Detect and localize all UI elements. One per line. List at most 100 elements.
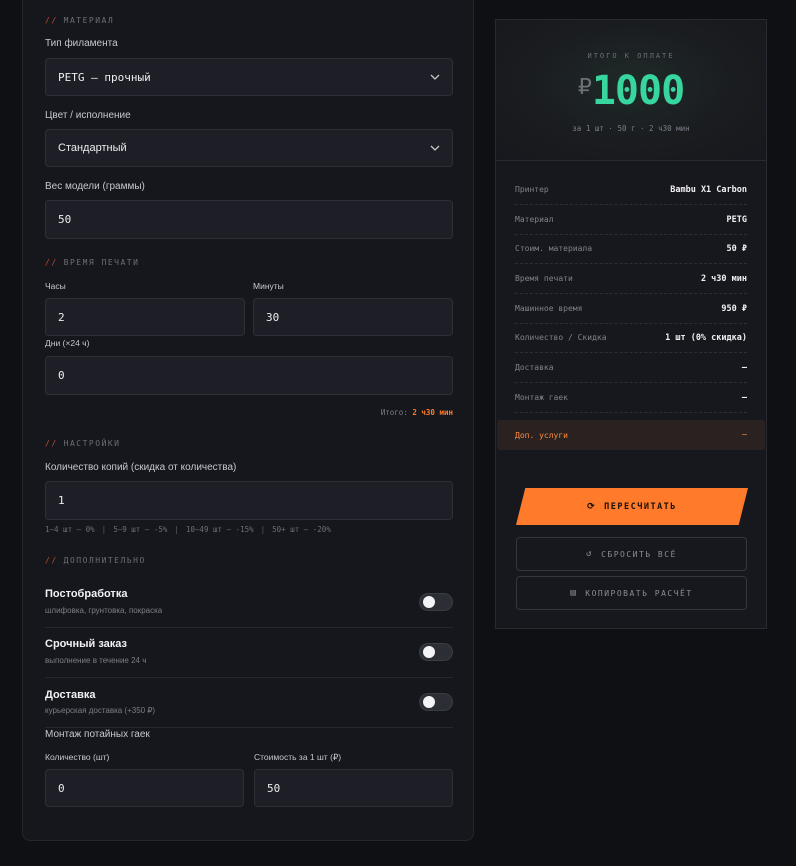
reset-label: СБРОСИТЬ ВСЁ: [601, 549, 677, 559]
discount-tiers: 1–4 шт — 0% | 5–9 шт — -5% | 10–49 шт — -15%…: [45, 525, 331, 534]
days-label: Дни (×24 ч): [45, 338, 90, 348]
summary-row-printer: Принтер Bambu X1 Carbon: [515, 175, 747, 205]
urgent-order-subtitle: выполнение в течение 24 ч: [45, 656, 147, 665]
urgent-order-title: Срочный заказ: [45, 638, 128, 650]
section-settings-heading: // НАСТРОЙКИ: [45, 439, 121, 448]
divider: [45, 727, 453, 728]
reset-all-button[interactable]: ↺ СБРОСИТЬ ВСЁ: [516, 537, 747, 571]
undo-icon: ↺: [586, 549, 594, 559]
toggle-knob: [423, 596, 435, 608]
minutes-input[interactable]: 30: [253, 298, 453, 336]
copy-calculation-button[interactable]: ▤ КОПИРОВАТЬ РАСЧЁТ: [516, 576, 747, 610]
delivery-title: Доставка: [45, 689, 96, 701]
section-material-heading: // МАТЕРИАЛ: [45, 16, 114, 25]
nuts-title: Монтаж потайных гаек: [45, 729, 150, 740]
days-input[interactable]: 0: [45, 356, 453, 395]
section-print-time-heading: // ВРЕМЯ ПЕЧАТИ: [45, 258, 139, 267]
row-key: Стоим. материала: [515, 244, 593, 253]
row-value: —: [741, 430, 747, 440]
minutes-label: Минуты: [253, 281, 284, 291]
copy-label: КОПИРОВАТЬ РАСЧЁТ: [585, 588, 693, 598]
summary-header: ИТОГО К ОПЛАТЕ ₽1000 за 1 шт · 50 г · 2 …: [496, 20, 766, 161]
divider: [45, 677, 453, 678]
row-value: Bambu X1 Carbon: [670, 184, 747, 195]
hours-input[interactable]: 2: [45, 298, 245, 336]
recalculate-label: ПЕРЕСЧИТАТЬ: [604, 501, 677, 512]
print-time-total-label: Итого:: [380, 408, 408, 417]
total-amount: 1000: [591, 68, 685, 114]
currency-symbol: ₽: [577, 74, 592, 99]
model-weight-input[interactable]: 50: [45, 200, 453, 239]
chevron-down-icon: [430, 74, 440, 80]
chevron-down-icon: [430, 145, 440, 151]
row-key: Время печати: [515, 274, 573, 283]
discount-tier: 1–4 шт — 0%: [45, 525, 95, 534]
nuts-price-label: Стоимость за 1 шт (₽): [254, 752, 342, 762]
nuts-qty-input[interactable]: 0: [45, 769, 244, 807]
summary-row-nuts: Монтаж гаек —: [515, 383, 747, 413]
model-weight-label: Вес модели (граммы): [45, 181, 145, 192]
row-value: 950 ₽: [721, 303, 747, 314]
filament-type-label: Тип филамента: [45, 38, 118, 49]
divider: [45, 627, 453, 628]
delivery-toggle[interactable]: [419, 693, 453, 711]
delivery-subtitle: курьерская доставка (+350 ₽): [45, 706, 156, 715]
copies-input[interactable]: 1: [45, 481, 453, 520]
section-prefix: //: [45, 16, 58, 25]
section-prefix: //: [45, 439, 58, 448]
discount-tier: 10–49 шт — -15%: [185, 525, 254, 534]
postprocessing-toggle[interactable]: [419, 593, 453, 611]
row-value: 2 ч30 мин: [700, 273, 747, 284]
section-title: ВРЕМЯ ПЕЧАТИ: [63, 258, 140, 267]
section-prefix: //: [45, 556, 58, 565]
urgent-order-toggle[interactable]: [419, 643, 453, 661]
section-prefix: //: [45, 258, 58, 267]
color-finish-value: Стандартный: [58, 142, 127, 154]
print-time-total: Итого: 2 ч30 мин: [381, 408, 453, 417]
section-title: МАТЕРИАЛ: [63, 16, 115, 25]
toggle-knob: [423, 696, 435, 708]
summary-panel: ИТОГО К ОПЛАТЕ ₽1000 за 1 шт · 50 г · 2 …: [495, 19, 767, 629]
total-caption: ИТОГО К ОПЛАТЕ: [587, 52, 675, 60]
tier-separator: |: [174, 525, 179, 534]
summary-row-material-cost: Стоим. материала 50 ₽: [515, 234, 747, 264]
tier-separator: |: [260, 525, 266, 534]
row-key: Монтаж гаек: [515, 393, 568, 402]
filament-type-value: PETG — прочный: [58, 70, 151, 84]
tier-separator: |: [101, 525, 107, 534]
section-title: ДОПОЛНИТЕЛЬНО: [63, 556, 146, 565]
total-price: ₽1000: [496, 68, 766, 114]
row-key: Машинное время: [515, 304, 583, 313]
postprocessing-subtitle: шлифовка, грунтовка, покраска: [45, 606, 163, 615]
postprocessing-title: Постобработка: [45, 588, 128, 600]
copies-label: Количество копий (скидка от количества): [45, 462, 237, 473]
nuts-price-input[interactable]: 50: [254, 769, 453, 807]
total-subline: за 1 шт · 50 г · 2 ч30 мин: [572, 124, 690, 133]
row-value: 50 ₽: [726, 243, 747, 254]
row-value: 1 шт (0% скидка): [665, 332, 747, 343]
row-value: —: [741, 392, 747, 403]
row-key: Доставка: [515, 363, 554, 372]
summary-row-extra-services: Доп. услуги —: [497, 420, 765, 450]
summary-row-quantity-discount: Количество / Скидка 1 шт (0% скидка): [515, 323, 747, 353]
section-extras-heading: // ДОПОЛНИТЕЛЬНО: [45, 556, 146, 565]
hours-label: Часы: [45, 281, 66, 291]
discount-tier: 5–9 шт — -5%: [113, 525, 168, 534]
clipboard-icon: ▤: [570, 588, 578, 598]
summary-row-machine-time: Машинное время 950 ₽: [515, 294, 747, 324]
toggle-knob: [423, 646, 435, 658]
recalculate-button[interactable]: ⟳ ПЕРЕСЧИТАТЬ: [516, 488, 748, 525]
row-value: PETG: [726, 214, 747, 225]
row-key: Доп. услуги: [515, 430, 568, 440]
row-key: Количество / Скидка: [515, 333, 607, 342]
section-title: НАСТРОЙКИ: [63, 439, 121, 448]
discount-tier: 50+ шт — -20%: [272, 525, 331, 534]
row-key: Принтер: [515, 185, 549, 194]
summary-row-delivery: Доставка —: [515, 353, 747, 383]
filament-type-select[interactable]: PETG — прочный: [45, 58, 453, 96]
color-finish-select[interactable]: Стандартный: [45, 129, 453, 167]
color-finish-label: Цвет / исполнение: [45, 110, 131, 121]
summary-row-print-time: Время печати 2 ч30 мин: [515, 264, 747, 294]
summary-row-material: Материал PETG: [515, 205, 747, 235]
row-key: Материал: [515, 215, 554, 224]
